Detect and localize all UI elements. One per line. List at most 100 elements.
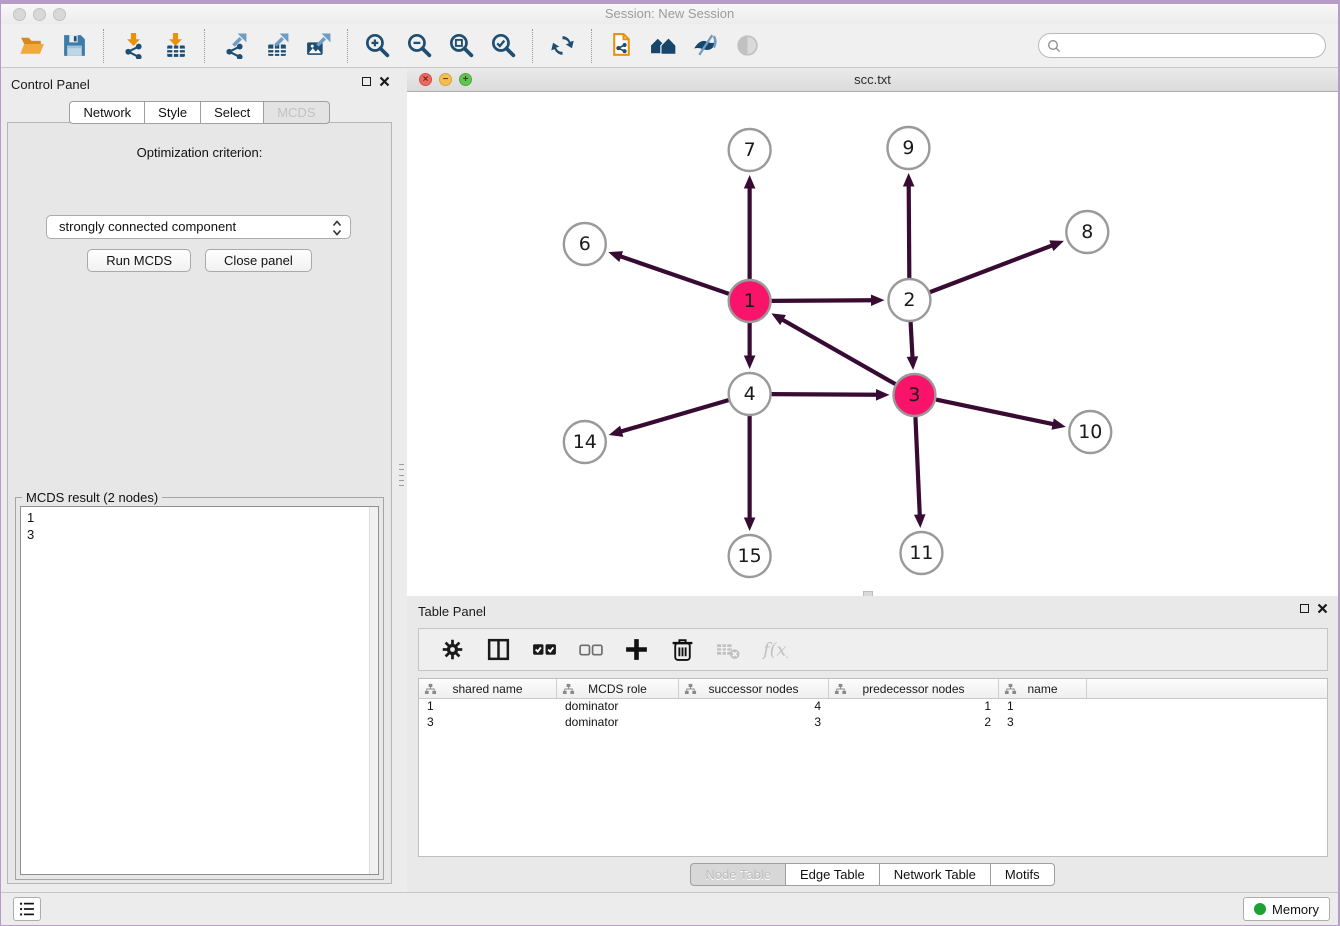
float-panel-icon[interactable] [362,77,371,86]
column-header-successor-nodes[interactable]: successor nodes [679,679,829,698]
import-network-icon[interactable] [115,30,151,62]
node-label: 4 [744,383,756,405]
mcds-result-text[interactable]: 13 [20,506,379,875]
edge-arrowhead [903,173,915,187]
import-table-icon[interactable] [157,30,193,62]
table-tab-motifs[interactable]: Motifs [990,863,1055,886]
mcds-result-box: MCDS result (2 nodes) 13 [15,497,384,880]
control-panel-title: Control Panel [11,77,90,92]
graph-edge-2-3[interactable] [911,322,913,359]
main-titlebar: Session: New Session [1,4,1338,24]
node-label: 6 [579,233,591,255]
eye-icon [729,30,765,62]
table-tab-network-table[interactable]: Network Table [879,863,991,886]
split-columns-icon[interactable] [480,634,516,666]
close-panel-icon[interactable] [379,76,390,87]
graph-edge-4-14[interactable] [620,400,729,432]
export-table-icon[interactable] [258,30,294,62]
search-field[interactable] [1038,33,1326,58]
add-column-icon[interactable] [618,634,654,666]
table-cell[interactable]: 1 [999,699,1087,715]
toolbar-separator [204,29,205,63]
column-header-name[interactable]: name [999,679,1087,698]
zoom-out-icon[interactable] [401,30,437,62]
graph-edge-2-8[interactable] [930,245,1053,292]
zoom-selected-icon[interactable] [485,30,521,62]
close-table-panel-icon[interactable] [1317,603,1328,614]
graph-edge-3-1[interactable] [781,319,895,384]
criterion-value: strongly connected component [59,219,236,234]
task-history-button[interactable] [13,897,41,921]
table-toolbar: f(x) [418,628,1328,671]
column-header-predecessor-nodes[interactable]: predecessor nodes [829,679,999,698]
search-icon [1047,39,1061,53]
zoom-in-icon[interactable] [359,30,395,62]
edge-arrowhead [1051,418,1065,429]
node-label: 9 [902,137,914,159]
column-header-shared-name[interactable]: shared name [419,679,557,698]
search-input[interactable] [1066,39,1317,53]
float-table-panel-icon[interactable] [1300,604,1309,613]
close-panel-button[interactable]: Close panel [205,249,312,272]
edge-arrowhead [914,514,926,528]
checked-boxes-icon[interactable] [526,634,562,666]
graph-edge-4-3[interactable] [772,394,878,395]
table-cell[interactable]: dominator [557,699,679,715]
table-row[interactable]: 3dominator323 [419,715,1327,731]
mcds-panel: Optimization criterion: strongly connect… [7,122,392,884]
result-scrollbar[interactable] [369,507,378,874]
dropdown-stepper-icon [332,219,342,244]
table-tab-node-table[interactable]: Node Table [690,863,786,886]
houses-icon[interactable] [645,30,681,62]
zoom-fit-icon[interactable] [443,30,479,62]
mcds-result-line: 3 [27,526,372,543]
save-session-icon[interactable] [56,30,92,62]
network-window-title: scc.txt [407,72,1338,87]
unchecked-boxes-icon[interactable] [572,634,608,666]
table-cell[interactable]: dominator [557,715,679,731]
edge-arrowhead [744,175,756,189]
control-tab-select[interactable]: Select [200,101,264,124]
graph-edge-2-9[interactable] [909,184,910,278]
criterion-dropdown[interactable]: strongly connected component [46,215,351,239]
table-cell[interactable]: 3 [419,715,557,731]
table-cell[interactable]: 3 [999,715,1087,731]
node-label: 7 [744,139,756,161]
delete-table-icon [710,634,746,666]
control-tab-network[interactable]: Network [69,101,145,124]
panel-splitter-handle[interactable] [399,464,405,486]
export-network-icon[interactable] [216,30,252,62]
control-tab-mcds[interactable]: MCDS [263,101,329,124]
mcds-result-line: 1 [27,509,372,526]
fx-icon: f(x) [756,634,792,666]
run-mcds-button[interactable]: Run MCDS [87,249,191,272]
gear-icon[interactable] [434,634,470,666]
table-cell[interactable]: 3 [679,715,829,731]
network-canvas[interactable]: 7968124314101511 [407,92,1338,596]
window-title: Session: New Session [1,6,1338,21]
eye-slash-icon[interactable] [687,30,723,62]
trash-icon[interactable] [664,634,700,666]
node-label: 1 [744,290,756,312]
table-cell[interactable]: 4 [679,699,829,715]
edge-arrowhead [608,251,623,262]
table-tab-edge-table[interactable]: Edge Table [785,863,880,886]
graph-edge-1-6[interactable] [619,256,729,294]
graph-edge-1-2[interactable] [772,300,873,301]
open-session-icon[interactable] [14,30,50,62]
memory-button[interactable]: Memory [1243,897,1330,921]
table-row[interactable]: 1dominator411 [419,699,1327,715]
table-cell[interactable]: 1 [829,699,999,715]
clone-network-icon[interactable] [603,30,639,62]
export-image-icon[interactable] [300,30,336,62]
status-bar: Memory [1,892,1338,925]
control-tab-style[interactable]: Style [144,101,201,124]
column-header-MCDS-role[interactable]: MCDS role [557,679,679,698]
graph-edge-3-10[interactable] [936,400,1055,425]
table-cell[interactable]: 1 [419,699,557,715]
table-cell[interactable]: 2 [829,715,999,731]
graph-edge-3-11[interactable] [915,417,919,517]
refresh-layout-icon[interactable] [544,30,580,62]
network-window-titlebar[interactable]: × − + scc.txt [407,68,1338,92]
node-table: shared nameMCDS rolesuccessor nodesprede… [418,678,1328,857]
